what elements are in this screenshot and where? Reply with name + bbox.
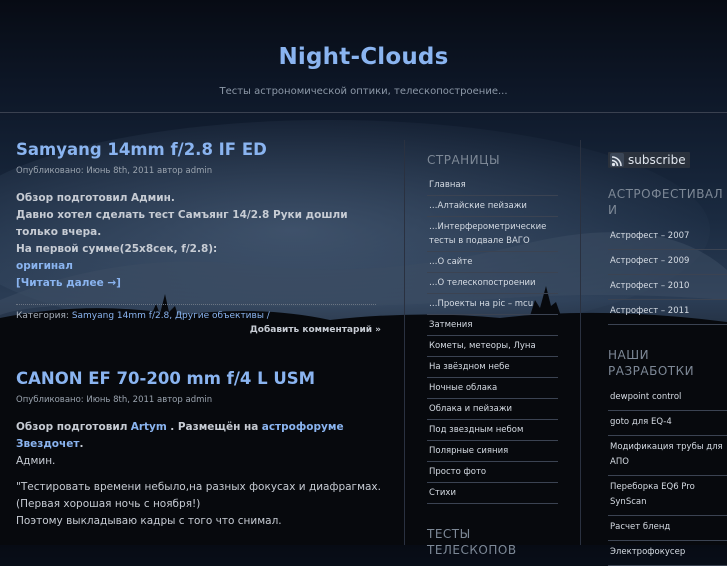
festivals-list: Астрофест – 2007 Астрофест – 2009 Астроф…	[608, 225, 727, 325]
festival-link[interactable]: Астрофест – 2010	[608, 275, 727, 300]
post-author[interactable]: admin	[185, 166, 212, 176]
rss-icon	[610, 153, 624, 167]
intro-text: . Размещён на	[170, 421, 259, 433]
intro-text: Обзор подготовил	[16, 421, 128, 433]
pages-heading: СТРАНИЦЫ	[427, 153, 501, 167]
page-link[interactable]: Главная	[427, 175, 558, 196]
page-link[interactable]: Стихи	[427, 483, 558, 504]
page-link[interactable]: …О телескопостроении	[427, 273, 558, 294]
development-link[interactable]: Расчет бленд	[608, 516, 727, 541]
main-content: Samyang 14mm f/2.8 IF ED Опубликовано: И…	[16, 140, 381, 564]
development-link[interactable]: dewpoint control	[608, 386, 727, 411]
post-quote: "Тестировать времени небыло,на разных фо…	[16, 481, 381, 510]
page-link[interactable]: Просто фото	[427, 462, 558, 483]
festivals-heading: АСТРОФЕСТИВАЛИ	[608, 187, 724, 217]
subscribe-label: subscribe	[628, 153, 686, 167]
original-link[interactable]: оригинал	[16, 258, 381, 275]
festival-link[interactable]: Астрофест – 2011	[608, 300, 727, 325]
post-quote: Поэтому выкладываю кадры с того что сним…	[16, 515, 282, 527]
add-comment-link[interactable]: Добавить комментарий »	[16, 325, 381, 335]
post-body: Обзор подготовил Админ. Давно хотел сдел…	[16, 190, 381, 292]
category-links[interactable]: Samyang 14mm f/2.8, Другие объективы /	[72, 311, 270, 321]
column-divider	[580, 140, 581, 545]
page-link[interactable]: На звёздном небе	[427, 357, 558, 378]
category-label: Категория:	[16, 311, 69, 321]
post-body: Обзор подготовил Artym . Размещён на аст…	[16, 419, 381, 530]
site-title[interactable]: Night-Clouds	[0, 44, 727, 70]
pages-list: Главная …Алтайские пейзажи …Интерферомет…	[427, 175, 558, 504]
sidebar-pages: СТРАНИЦЫ Главная …Алтайские пейзажи …Инт…	[427, 152, 558, 565]
post-author[interactable]: admin	[185, 395, 212, 405]
festival-link[interactable]: Астрофест – 2009	[608, 250, 727, 275]
page-link[interactable]: …О сайте	[427, 252, 558, 273]
festival-link[interactable]: Астрофест – 2007	[608, 225, 727, 250]
post-line: Давно хотел сделать тест Самъянг 14/2.8 …	[16, 209, 348, 238]
column-divider	[404, 140, 405, 545]
post-line: На первой сумме(25х8сек, f/2.8):	[16, 243, 218, 255]
intro-text: .	[79, 438, 84, 450]
page-link[interactable]: Полярные сияния	[427, 441, 558, 462]
intro-admin: Админ.	[16, 455, 56, 467]
developments-list: dewpoint control goto для EQ-4 Модификац…	[608, 386, 727, 566]
read-more-link[interactable]: [Читать далее →]	[16, 275, 381, 292]
post: Samyang 14mm f/2.8 IF ED Опубликовано: И…	[16, 140, 381, 335]
development-link[interactable]: Переборка EQ6 Pro SynScan	[608, 476, 727, 516]
development-link[interactable]: goto для EQ-4	[608, 411, 727, 436]
development-link[interactable]: Модификация трубы для АПО	[608, 436, 727, 476]
post: CANON EF 70-200 mm f/4 L USM Опубликован…	[16, 369, 381, 530]
page-link[interactable]: …Интерферометрические тесты в подвале ВА…	[427, 217, 558, 252]
post-title[interactable]: CANON EF 70-200 mm f/4 L USM	[16, 369, 381, 389]
post-separator	[16, 304, 376, 305]
page-link[interactable]: Ночные облака	[427, 378, 558, 399]
developments-heading: НАШИ РАЗРАБОТКИ	[608, 348, 695, 378]
post-title[interactable]: Samyang 14mm f/2.8 IF ED	[16, 140, 381, 160]
page-link[interactable]: Облака и пейзажи	[427, 399, 558, 420]
page-link[interactable]: Под звездным небом	[427, 420, 558, 441]
page-link[interactable]: Кометы, метеоры, Луна	[427, 336, 558, 357]
sidebar-right: subscribe АСТРОФЕСТИВАЛИ Астрофест – 200…	[608, 152, 727, 566]
site-description: Тесты астрономической оптики, телескопос…	[219, 86, 508, 97]
page-link[interactable]: …Проекты на pic – mcu	[427, 294, 558, 315]
post-categories: Категория: Samyang 14mm f/2.8, Другие об…	[16, 311, 381, 321]
post-meta: Опубликовано: Июнь 8th, 2011 автор admin	[16, 395, 381, 405]
author-link[interactable]: Artym	[131, 421, 167, 433]
post-meta-date: Опубликовано: Июнь 8th, 2011 автор	[16, 166, 183, 176]
telescope-tests-heading: ТЕСТЫ ТЕЛЕСКОПОВ	[427, 527, 517, 557]
site-header: Night-Clouds Тесты астрономической оптик…	[0, 0, 727, 113]
subscribe-button[interactable]: subscribe	[608, 152, 690, 168]
post-line: Обзор подготовил Админ.	[16, 192, 175, 204]
page-link[interactable]: Затмения	[427, 315, 558, 336]
post-meta: Опубликовано: Июнь 8th, 2011 автор admin	[16, 166, 381, 176]
post-meta-date: Опубликовано: Июнь 8th, 2011 автор	[16, 395, 183, 405]
page-link[interactable]: …Алтайские пейзажи	[427, 196, 558, 217]
header-divider	[0, 112, 727, 113]
